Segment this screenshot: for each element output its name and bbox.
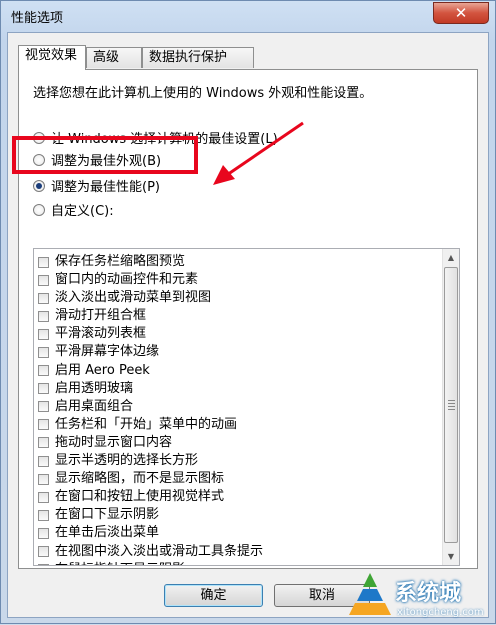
effect-label: 启用 Aero Peek <box>55 362 150 378</box>
logo-part <box>363 573 377 587</box>
grip-line <box>448 400 455 401</box>
effect-label: 在窗口和按钮上使用视觉样式 <box>55 489 225 505</box>
effect-checkbox[interactable] <box>38 546 49 557</box>
effect-label: 在视图中淡入淡出或滑动工具条提示 <box>55 543 264 559</box>
effect-label: 窗口内的动画控件和元素 <box>55 272 199 288</box>
effect-list-item[interactable]: 在单击后淡出菜单 <box>34 524 439 542</box>
annotation-highlight-box <box>12 136 198 174</box>
effect-list-item[interactable]: 在视图中淡入淡出或滑动工具条提示 <box>34 543 439 561</box>
effects-list[interactable]: 保存任务栏缩略图预览 窗口内的动画控件和元素 淡入淡出或滑动菜单到视图 滑动打开组合框… <box>33 248 460 566</box>
description-text: 选择您想在此计算机上使用的 Windows 外观和性能设置。 <box>33 86 373 101</box>
effect-list-item[interactable]: 任务栏和「开始」菜单中的动画 <box>34 416 439 434</box>
radio-best-performance[interactable]: 调整为最佳性能(P) <box>33 176 160 196</box>
tab-visual-effects[interactable]: 视觉效果 <box>18 45 86 70</box>
effect-label: 平滑滚动列表框 <box>55 326 147 342</box>
effect-list-item[interactable]: 显示缩略图，而不是显示图标 <box>34 470 439 488</box>
effect-checkbox[interactable] <box>38 346 49 358</box>
grip-line <box>448 406 455 407</box>
effect-label: 在单击后淡出菜单 <box>55 525 160 541</box>
close-button[interactable]: ✕ <box>433 2 489 24</box>
tab-dep[interactable]: 数据执行保护 <box>142 47 254 68</box>
arrow-shaft <box>220 121 304 181</box>
effect-checkbox[interactable] <box>38 455 49 467</box>
radio-custom[interactable]: 自定义(C): <box>33 200 114 220</box>
effect-list-item[interactable]: 窗口内的动画控件和元素 <box>34 271 439 289</box>
effects-items: 保存任务栏缩略图预览 窗口内的动画控件和元素 淡入淡出或滑动菜单到视图 滑动打开组合框… <box>34 253 439 565</box>
effect-checkbox[interactable] <box>38 383 49 395</box>
logo-part <box>349 603 391 615</box>
effect-list-item[interactable]: 淡入淡出或滑动菜单到视图 <box>34 289 439 307</box>
effect-label: 在窗口下显示阴影 <box>55 507 160 523</box>
effect-label: 淡入淡出或滑动菜单到视图 <box>55 290 212 306</box>
watermark-url: xitongcheng.com <box>397 607 484 618</box>
radio-button-checked[interactable] <box>33 179 45 192</box>
ok-button[interactable]: 确定 <box>164 584 263 607</box>
logo-part <box>357 589 383 601</box>
effect-checkbox[interactable] <box>38 419 49 431</box>
effect-label: 在鼠标指针下显示阴影 <box>55 562 185 565</box>
effect-list-item[interactable]: 在鼠标指针下显示阴影 <box>34 561 439 565</box>
effect-checkbox[interactable] <box>38 310 49 322</box>
effect-list-item[interactable]: 平滑滚动列表框 <box>34 325 439 343</box>
effect-checkbox[interactable] <box>38 491 49 503</box>
effect-list-item[interactable]: 平滑屏幕字体边缘 <box>34 343 439 361</box>
effect-label: 显示半透明的选择长方形 <box>55 453 199 469</box>
effect-checkbox[interactable] <box>38 473 49 485</box>
effect-label: 显示缩略图，而不是显示图标 <box>55 471 225 487</box>
effect-list-item[interactable]: 在窗口和按钮上使用视觉样式 <box>34 488 439 506</box>
tab-advanced[interactable]: 高级 <box>86 47 142 68</box>
effect-checkbox[interactable] <box>38 292 49 304</box>
scroll-up-arrow-icon[interactable]: ▲ <box>443 249 459 266</box>
effect-label: 平滑屏幕字体边缘 <box>55 344 160 360</box>
scroll-thumb[interactable] <box>444 267 458 543</box>
watermark-logo-icon <box>349 573 391 615</box>
effect-list-item[interactable]: 启用 Aero Peek <box>34 362 439 380</box>
effect-list-item[interactable]: 显示半透明的选择长方形 <box>34 452 439 470</box>
watermark-brand: 系统城 <box>395 581 462 606</box>
effect-list-item[interactable]: 保存任务栏缩略图预览 <box>34 253 439 271</box>
effect-checkbox[interactable] <box>38 328 49 340</box>
window-title: 性能选项 <box>11 11 64 26</box>
effect-list-item[interactable]: 在窗口下显示阴影 <box>34 506 439 524</box>
grip-line <box>448 403 455 404</box>
effect-checkbox[interactable] <box>38 509 49 521</box>
grip-line <box>448 409 455 410</box>
effect-checkbox[interactable] <box>38 564 49 565</box>
effect-label: 滑动打开组合框 <box>55 308 147 324</box>
effect-checkbox[interactable] <box>38 527 49 539</box>
performance-options-window: 性能选项 ✕ 视觉效果 高级 数据执行保护 选择您想在此计算机上使用的 Wind… <box>0 0 496 624</box>
effect-label: 拖动时显示窗口内容 <box>55 434 173 450</box>
title-bar[interactable]: 性能选项 ✕ <box>1 1 495 35</box>
effect-list-item[interactable]: 滑动打开组合框 <box>34 307 439 325</box>
effect-checkbox[interactable] <box>38 401 49 413</box>
effect-checkbox[interactable] <box>38 274 49 286</box>
effect-label: 保存任务栏缩略图预览 <box>55 254 186 269</box>
vertical-scrollbar[interactable]: ▲ ▼ <box>442 249 459 565</box>
radio-button[interactable] <box>33 203 45 216</box>
effect-checkbox[interactable] <box>38 437 49 449</box>
effect-label: 启用桌面组合 <box>55 398 134 414</box>
arrow-head <box>213 165 235 185</box>
effect-checkbox[interactable] <box>38 256 49 268</box>
scroll-down-arrow-icon[interactable]: ▼ <box>443 548 459 565</box>
annotation-arrow-icon <box>213 121 304 185</box>
site-watermark: 系统城 xitongcheng.com <box>345 567 495 625</box>
effect-checkbox[interactable] <box>38 365 49 377</box>
effect-list-item[interactable]: 拖动时显示窗口内容 <box>34 434 439 452</box>
close-icon: ✕ <box>454 4 468 22</box>
effect-list-item[interactable]: 启用桌面组合 <box>34 398 439 416</box>
effect-list-item[interactable]: 启用透明玻璃 <box>34 380 439 398</box>
effect-label: 任务栏和「开始」菜单中的动画 <box>55 416 238 432</box>
effect-label: 启用透明玻璃 <box>55 380 134 396</box>
